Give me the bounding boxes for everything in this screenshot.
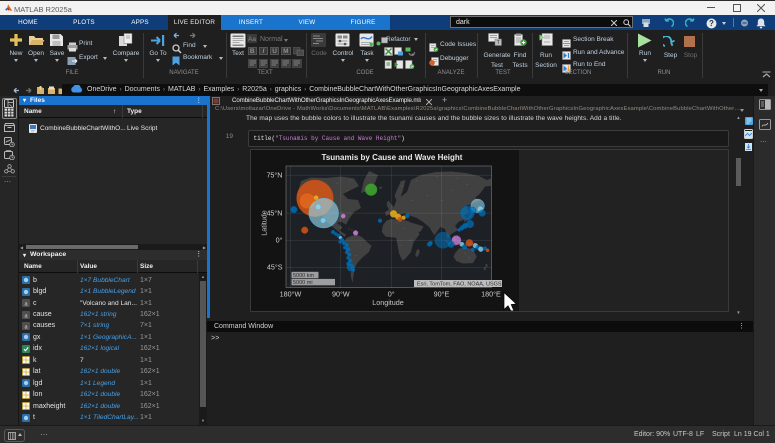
- svg-text:180°W: 180°W: [280, 290, 302, 299]
- svg-text:?: ?: [709, 19, 714, 28]
- svg-text:Esri, TomTom, FAO, NOAA, USGS: Esri, TomTom, FAO, NOAA, USGS: [417, 282, 502, 288]
- svg-text:5000 km: 5000 km: [293, 273, 315, 279]
- svg-text:90°W: 90°W: [332, 290, 350, 299]
- svg-text:0°: 0°: [276, 236, 283, 245]
- svg-text:45°S: 45°S: [267, 263, 283, 272]
- svg-text:180°E: 180°E: [481, 290, 501, 299]
- svg-text:Latitude: Latitude: [260, 210, 269, 236]
- svg-text:5000 mi: 5000 mi: [293, 280, 313, 286]
- svg-text:75°N: 75°N: [266, 171, 282, 180]
- svg-text:Longitude: Longitude: [372, 298, 404, 307]
- svg-text:90°E: 90°E: [434, 290, 450, 299]
- svg-text:45°N: 45°N: [266, 209, 282, 218]
- svg-text:Tsunamis by Cause and Wave Hei: Tsunamis by Cause and Wave Height: [322, 153, 463, 162]
- svg-text:Aa: Aa: [248, 36, 256, 43]
